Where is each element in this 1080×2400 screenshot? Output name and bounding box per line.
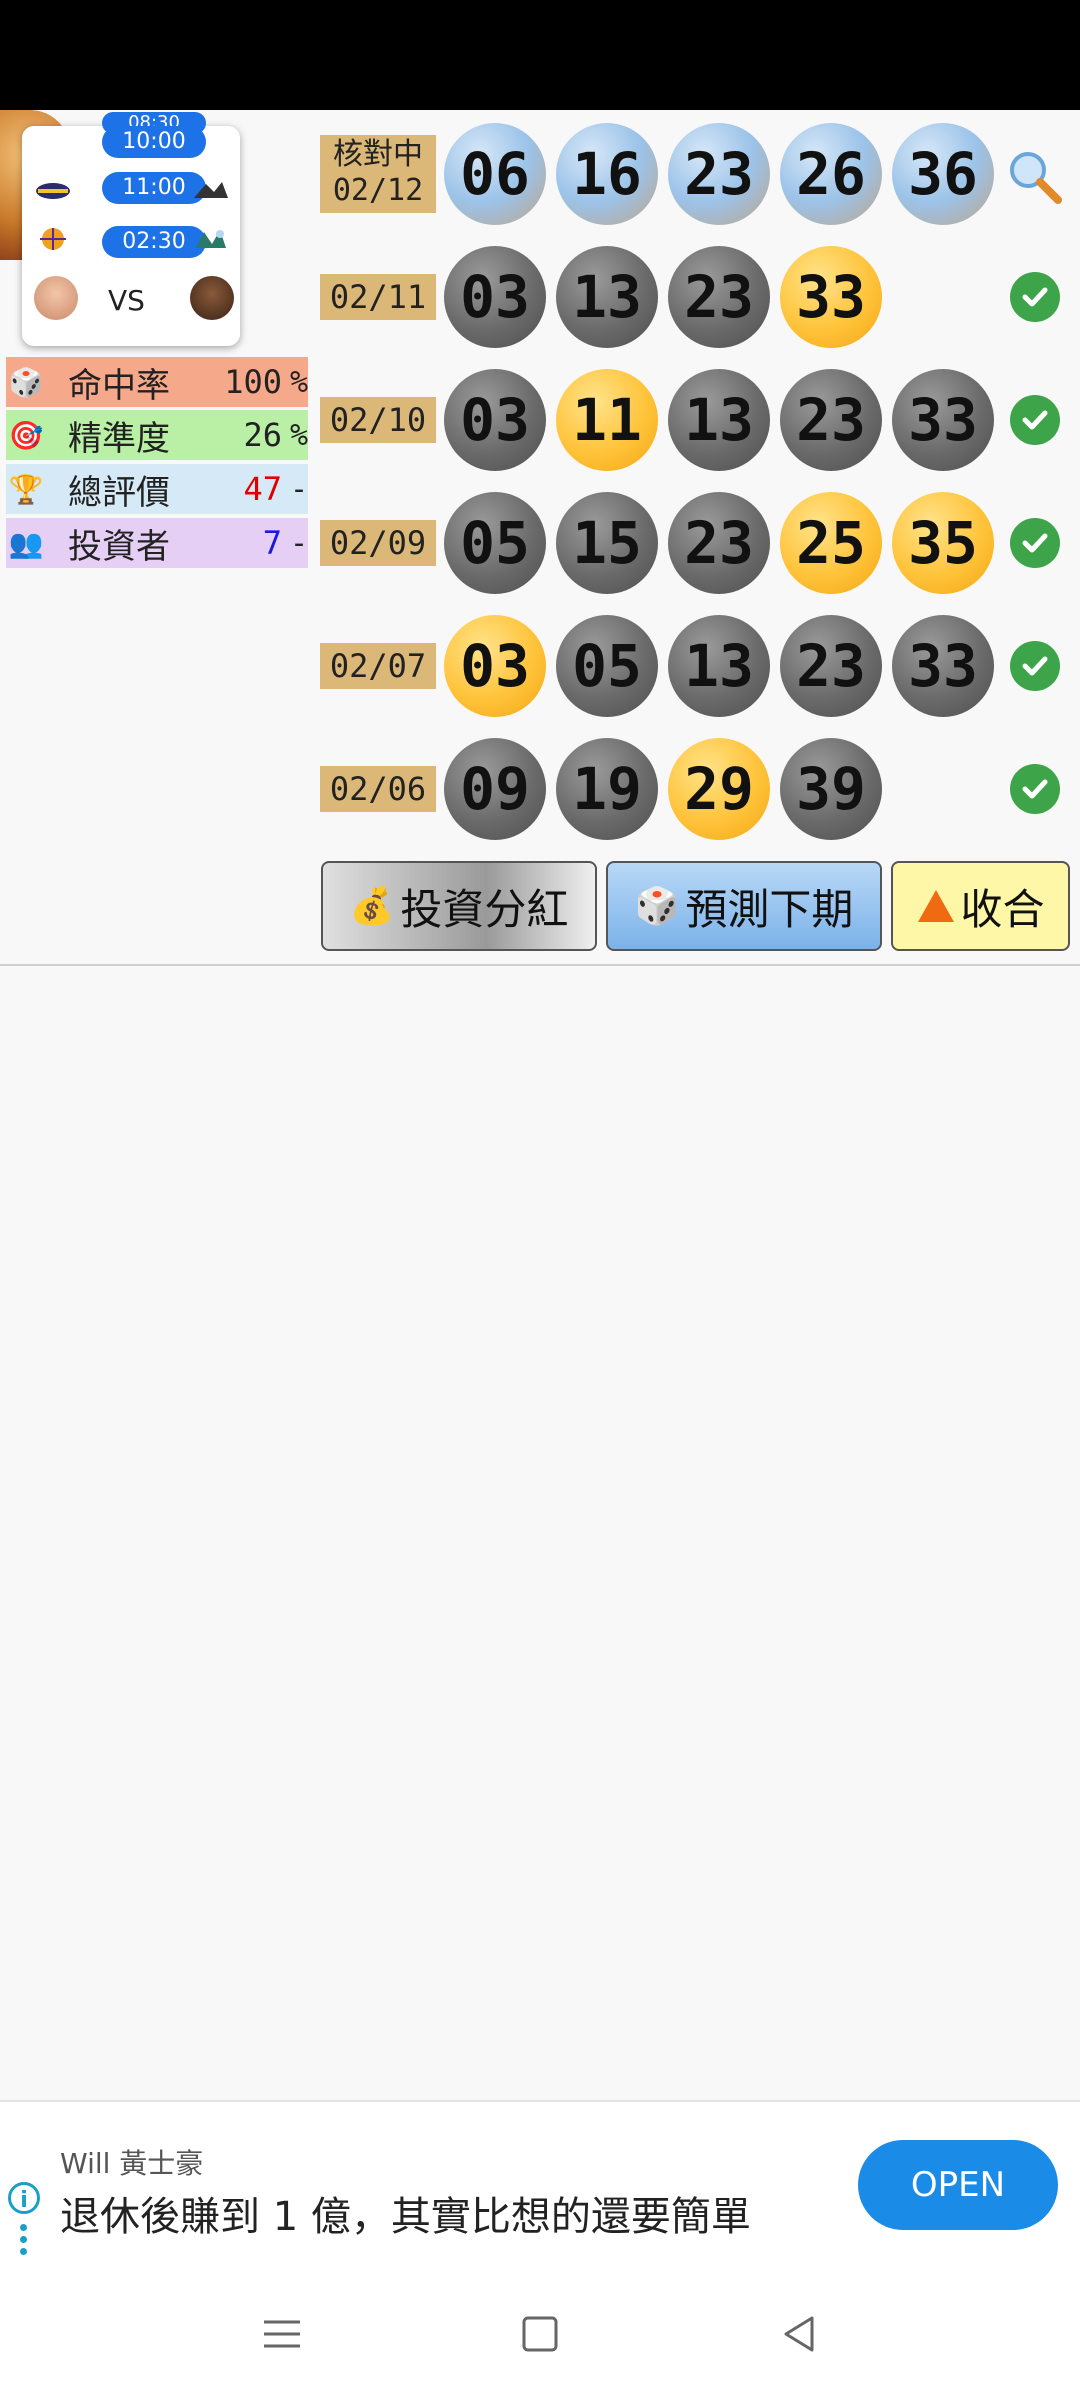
number-ball: 16 (556, 123, 658, 225)
stat-value: 7 (262, 524, 282, 562)
number-ball: 05 (556, 615, 658, 717)
home-icon[interactable] (516, 2310, 564, 2358)
time-pill[interactable]: 02:30 (102, 226, 206, 258)
stat-row: 👥 投資者 7- (6, 518, 308, 568)
number-ball: 25 (780, 492, 882, 594)
number-ball: 26 (780, 123, 882, 225)
collapse-button[interactable]: 收合 (891, 861, 1070, 951)
status-bar (0, 0, 1080, 110)
predict-next-label: 預測下期 (685, 884, 854, 934)
number-ball: 33 (892, 369, 994, 471)
number-ball: 05 (444, 492, 546, 594)
dice-icon: 🎲 (634, 886, 680, 927)
collapse-label: 收合 (960, 884, 1045, 934)
stat-row: 🏆 總評價 47- (6, 464, 308, 514)
invest-dividend-label: 投資分紅 (400, 884, 569, 934)
stat-unit: - (289, 525, 308, 561)
dice-icon: 🎲 (8, 365, 44, 399)
date-tag: 02/11 (320, 274, 436, 320)
time-pill[interactable]: 10:00 (102, 126, 206, 158)
divider (0, 964, 1080, 966)
number-ball: 13 (556, 246, 658, 348)
date-tag: 02/07 (320, 643, 436, 689)
predict-next-button[interactable]: 🎲 預測下期 (606, 861, 882, 951)
ad-banner[interactable]: i Will 黃士豪 退休後賺到 1 億，其實比想的還要簡單 OPEN (0, 2100, 1080, 2270)
triangle-up-icon (918, 890, 955, 922)
number-ball: 06 (444, 123, 546, 225)
number-ball: 23 (668, 246, 770, 348)
date-tag: 02/06 (320, 766, 436, 812)
stat-unit: % (289, 364, 308, 400)
schedule-widget[interactable]: 08:30 10:00 11:00 02:30 VS (22, 112, 240, 346)
check-icon (1010, 272, 1060, 322)
stat-unit: - (289, 471, 308, 507)
stat-row: 🎲 命中率 100% (6, 357, 308, 407)
player-avatar (34, 276, 78, 320)
stat-label: 投資者 (68, 526, 170, 567)
team-logo-icon (194, 182, 228, 198)
number-ball: 23 (668, 123, 770, 225)
number-ball: 03 (444, 246, 546, 348)
check-icon (1010, 641, 1060, 691)
stat-row: 🎯 精準度 26% (6, 410, 308, 460)
number-ball: 19 (556, 738, 658, 840)
ad-advertiser: Will 黃士豪 (60, 2147, 204, 2180)
date-tag: 02/09 (320, 520, 436, 566)
number-ball: 23 (780, 615, 882, 717)
number-ball: 23 (780, 369, 882, 471)
coins-icon: 💰 (349, 886, 395, 927)
stat-label: 精準度 (68, 418, 170, 459)
number-ball: 03 (444, 369, 546, 471)
vs-label: VS (108, 284, 145, 317)
check-icon (1010, 764, 1060, 814)
number-ball: 29 (668, 738, 770, 840)
stat-label: 命中率 (68, 365, 170, 406)
number-ball: 13 (668, 615, 770, 717)
stat-unit: % (289, 417, 308, 453)
info-icon[interactable]: i (8, 2182, 40, 2214)
number-ball: 36 (892, 123, 994, 225)
number-ball: 33 (780, 246, 882, 348)
number-ball: 11 (556, 369, 658, 471)
stat-label: 總評價 (68, 472, 170, 513)
stat-value: 100 (224, 363, 282, 401)
checking-label: 核對中 (333, 137, 423, 172)
number-ball: 35 (892, 492, 994, 594)
number-ball: 15 (556, 492, 658, 594)
number-ball: 13 (668, 369, 770, 471)
number-ball: 23 (668, 492, 770, 594)
number-ball: 33 (892, 615, 994, 717)
draw-date: 02/12 (332, 173, 424, 208)
ad-open-button[interactable]: OPEN (858, 2140, 1058, 2230)
number-ball: 03 (444, 615, 546, 717)
team-logo-icon (196, 230, 226, 248)
stat-value: 26 (243, 416, 282, 454)
player-avatar (190, 276, 234, 320)
check-icon (1010, 395, 1060, 445)
date-tag: 02/10 (320, 397, 436, 443)
back-icon[interactable] (776, 2310, 824, 2358)
check-icon (1010, 518, 1060, 568)
time-pill[interactable]: 11:00 (102, 172, 206, 204)
search-icon[interactable] (1004, 146, 1064, 206)
team-logo-icon (36, 183, 70, 199)
target-icon: 🎯 (8, 418, 44, 452)
team-logo-icon (40, 228, 66, 250)
date-tag: 核對中 02/12 (320, 135, 436, 213)
ad-headline[interactable]: 退休後賺到 1 億，其實比想的還要簡單 (60, 2184, 751, 2242)
more-icon[interactable] (20, 2224, 28, 2260)
trophy-icon: 🏆 (8, 472, 44, 506)
invest-dividend-button[interactable]: 💰 投資分紅 (321, 861, 597, 951)
stat-value: 47 (243, 470, 282, 508)
number-ball: 39 (780, 738, 882, 840)
number-ball: 09 (444, 738, 546, 840)
menu-icon[interactable] (258, 2310, 306, 2358)
people-icon: 👥 (8, 526, 44, 560)
system-nav-bar (0, 2268, 1080, 2400)
